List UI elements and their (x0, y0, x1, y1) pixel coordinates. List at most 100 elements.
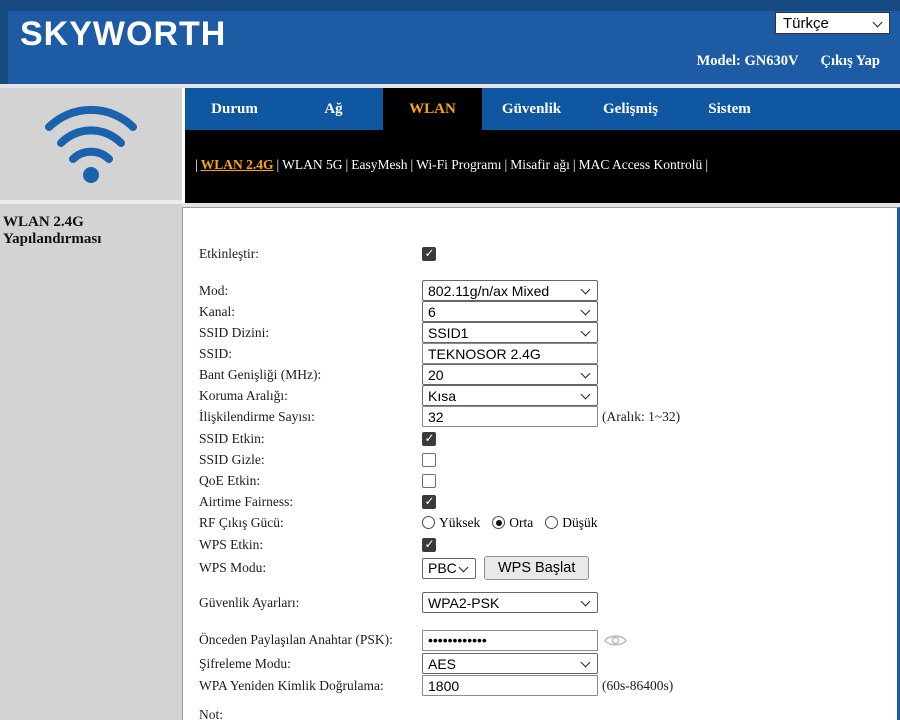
form-row-enable: Etkinleştir: (199, 243, 436, 264)
tab-sistem[interactable]: Sistem (680, 88, 779, 130)
rf-power-radio-yuksek[interactable] (422, 516, 435, 529)
chevron-down-icon (581, 597, 591, 607)
tab-durum[interactable]: Durum (185, 88, 284, 130)
sidebar-item-wlan-24g-config[interactable]: WLAN 2.4G Yapılandırması (0, 204, 182, 248)
ssid-index-select[interactable]: SSID1 (422, 322, 598, 343)
form-row-encryption: Şifreleme Modu: AES (199, 653, 598, 674)
main-nav: Durum Ağ WLAN Güvenlik Gelişmiş Sistem (185, 88, 900, 130)
subnav-separator: | (276, 157, 279, 172)
rf-power-radio-dusuk[interactable] (545, 516, 558, 529)
subnav-item-easymesh[interactable]: EasyMesh (351, 157, 407, 172)
form-row-qoe-enable: QoE Etkin: (199, 470, 436, 491)
chevron-down-icon (581, 658, 591, 668)
wps-mode-label: WPS Modu: (199, 560, 422, 576)
form-row-guard-interval: Koruma Aralığı: Kısa (199, 385, 598, 406)
chevron-down-icon (581, 285, 591, 295)
chevron-down-icon (459, 562, 469, 572)
form-row-security: Güvenlik Ayarları: WPA2-PSK (199, 592, 598, 613)
rf-power-radio-orta[interactable] (492, 516, 505, 529)
form-row-channel: Kanal: 6 (199, 301, 598, 322)
form-row-wps-enable: WPS Etkin: (199, 534, 436, 555)
show-password-eye-icon[interactable] (604, 632, 627, 649)
language-select-value: Türkçe (783, 15, 829, 32)
form-row-ssid-enable: SSID Etkin: (199, 428, 436, 449)
logout-link[interactable]: Çıkış Yap (820, 53, 880, 69)
security-select-value: WPA2-PSK (428, 595, 499, 611)
form-row-wps-mode: WPS Modu: PBC WPS Başlat (199, 555, 589, 581)
subnav-separator: | (346, 157, 349, 172)
channel-select-value: 6 (428, 304, 436, 320)
airtime-fairness-label: Airtime Fairness: (199, 494, 422, 510)
wpa-rekey-hint: (60s-86400s) (602, 678, 673, 694)
ssid-hide-checkbox[interactable] (422, 453, 436, 467)
bandwidth-select[interactable]: 20 (422, 364, 598, 385)
subnav-separator: | (705, 157, 708, 172)
enable-checkbox[interactable] (422, 247, 436, 261)
wps-mode-select[interactable]: PBC (422, 558, 476, 579)
wifi-icon-block (0, 88, 182, 200)
ssid-enable-label: SSID Etkin: (199, 431, 422, 447)
rf-power-option-label: Orta (509, 515, 533, 531)
subnav-separator: | (195, 157, 198, 172)
chevron-down-icon (581, 306, 591, 316)
rf-power-option-label: Düşük (562, 515, 597, 531)
subnav-item-wifi-programi[interactable]: Wi-Fi Programı (416, 157, 501, 172)
mode-select[interactable]: 802.11g/n/ax Mixed (422, 280, 598, 301)
guard-interval-label: Koruma Aralığı: (199, 388, 422, 404)
chevron-down-icon (873, 18, 883, 28)
wpa-rekey-input[interactable] (422, 675, 598, 696)
guard-interval-select[interactable]: Kısa (422, 385, 598, 406)
wps-start-button[interactable]: WPS Başlat (484, 556, 589, 580)
form-row-ssid-hide: SSID Gizle: (199, 449, 436, 470)
airtime-fairness-checkbox[interactable] (422, 495, 436, 509)
form-row-airtime-fairness: Airtime Fairness: (199, 491, 436, 512)
channel-select[interactable]: 6 (422, 301, 598, 322)
form-row-ssid-index: SSID Dizini: SSID1 (199, 322, 598, 343)
tab-ag[interactable]: Ağ (284, 88, 383, 130)
mode-label: Mod: (199, 283, 422, 299)
encryption-select-value: AES (428, 656, 456, 672)
note-label: Not: (199, 707, 223, 720)
account-bar: Model: GN630V Çıkış Yap (697, 53, 880, 70)
assoc-count-hint: (Aralık: 1~32) (602, 409, 680, 425)
wps-enable-checkbox[interactable] (422, 538, 436, 552)
subnav-separator: | (411, 157, 414, 172)
chevron-down-icon (581, 369, 591, 379)
security-select[interactable]: WPA2-PSK (422, 592, 598, 613)
form-row-bandwidth: Bant Genişliği (MHz): 20 (199, 364, 598, 385)
psk-input[interactable] (422, 630, 598, 651)
form-row-ssid: SSID: (199, 343, 598, 364)
ssid-input[interactable] (422, 343, 598, 364)
subnav-item-wlan-5g[interactable]: WLAN 5G (282, 157, 342, 172)
tab-guvenlik[interactable]: Güvenlik (482, 88, 581, 130)
subnav-item-mac-access-kontrolu[interactable]: MAC Access Kontrolü (579, 157, 703, 172)
brand-logo: SKYWORTH (20, 15, 226, 54)
assoc-count-label: İlişkilendirme Sayısı: (199, 409, 422, 425)
language-select[interactable]: Türkçe (775, 12, 890, 34)
mode-select-value: 802.11g/n/ax Mixed (428, 283, 549, 299)
subnav-item-misafir-agi[interactable]: Misafir ağı (510, 157, 570, 172)
ssid-enable-checkbox[interactable] (422, 432, 436, 446)
subnav: |WLAN 2.4G|WLAN 5G|EasyMesh|Wi-Fi Progra… (185, 130, 900, 203)
subnav-separator: | (505, 157, 508, 172)
tab-wlan[interactable]: WLAN (383, 88, 482, 130)
wifi-icon (35, 99, 147, 189)
ssid-index-label: SSID Dizini: (199, 325, 422, 341)
subnav-separator: | (573, 157, 576, 172)
enable-label: Etkinleştir: (199, 246, 422, 262)
encryption-label: Şifreleme Modu: (199, 656, 422, 672)
qoe-enable-checkbox[interactable] (422, 474, 436, 488)
security-label: Güvenlik Ayarları: (199, 595, 422, 611)
assoc-count-input[interactable] (422, 406, 598, 427)
subnav-item-wlan-24g[interactable]: WLAN 2.4G (201, 157, 274, 172)
header: SKYWORTH Türkçe Model: GN630V Çıkış Yap (0, 0, 900, 88)
tab-gelismis[interactable]: Gelişmiş (581, 88, 680, 130)
rf-power-option-label: Yüksek (439, 515, 480, 531)
sidebar: WLAN 2.4G Yapılandırması (0, 88, 182, 720)
form-row-assoc-count: İlişkilendirme Sayısı: (Aralık: 1~32) (199, 406, 680, 427)
model-label: Model: GN630V (697, 53, 799, 69)
guard-interval-select-value: Kısa (428, 388, 456, 404)
chevron-down-icon (581, 390, 591, 400)
ssid-hide-label: SSID Gizle: (199, 452, 422, 468)
encryption-select[interactable]: AES (422, 653, 598, 674)
